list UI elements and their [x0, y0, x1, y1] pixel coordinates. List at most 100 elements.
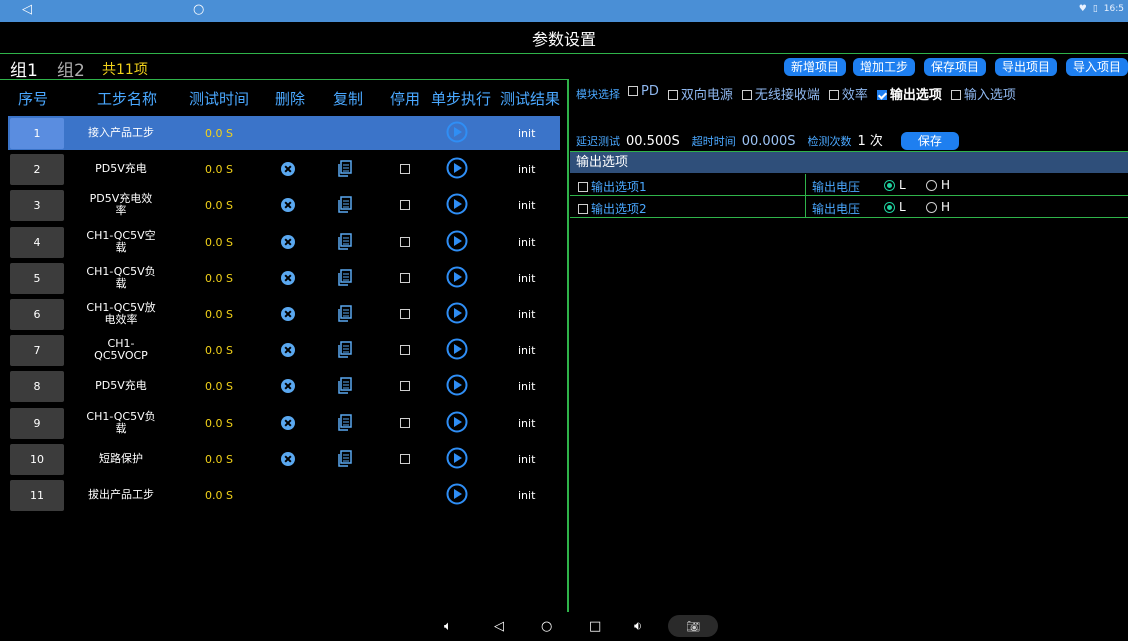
volume-down-icon[interactable]: 🔈︎ — [444, 619, 452, 634]
disable-checkbox[interactable] — [400, 417, 410, 428]
copy-icon[interactable] — [338, 377, 352, 395]
play-icon[interactable] — [446, 157, 468, 179]
delete-icon[interactable] — [281, 162, 295, 177]
table-row[interactable]: 2 PD5V充电 0.0 S init — [8, 152, 560, 186]
col-disable: 停用 — [390, 90, 421, 108]
module-option[interactable]: 无线接收端 — [741, 84, 820, 103]
copy-icon[interactable] — [338, 232, 352, 250]
row-result: init — [518, 271, 536, 285]
disable-checkbox[interactable] — [400, 453, 410, 464]
volume-up-icon[interactable]: 🔉︎ — [634, 619, 642, 634]
table-row[interactable]: 4 CH1-QC5V空 载 0.0 S init — [8, 225, 560, 259]
delete-icon[interactable] — [281, 379, 295, 394]
play-icon[interactable] — [446, 193, 468, 215]
page-title-text: 参数设置 — [531, 29, 596, 49]
copy-icon[interactable] — [338, 341, 352, 358]
radio-icon[interactable] — [884, 179, 895, 191]
table-row[interactable]: 1 接入产品工步 0.0 S init — [8, 116, 560, 150]
radio-high[interactable]: H — [926, 178, 950, 192]
disable-checkbox[interactable] — [400, 200, 410, 211]
delete-icon[interactable] — [281, 234, 295, 249]
copy-icon[interactable] — [338, 269, 352, 286]
copy-icon[interactable] — [338, 450, 352, 467]
radio-low[interactable]: L — [884, 200, 906, 214]
radio-icon[interactable] — [926, 179, 937, 191]
radio-icon[interactable] — [884, 201, 895, 213]
play-icon[interactable] — [446, 266, 468, 288]
back-icon[interactable]: ◁ — [22, 2, 32, 17]
play-icon[interactable] — [446, 121, 468, 143]
disable-checkbox[interactable] — [400, 381, 410, 392]
column-divider — [805, 174, 806, 196]
checkbox-icon[interactable] — [828, 90, 839, 100]
table-row[interactable]: 7 CH1- QC5VOCP 0.0 S init — [8, 333, 560, 367]
col-delete: 删除 — [275, 90, 306, 108]
delete-icon[interactable] — [281, 343, 295, 358]
play-icon[interactable] — [446, 302, 468, 324]
disable-checkbox[interactable] — [400, 236, 410, 247]
screenshot-icon[interactable]: 📷︎ — [668, 615, 718, 637]
table-row[interactable]: 11 拔出产品工步 0.0 S init — [8, 478, 560, 512]
table-row[interactable]: 3 PD5V充电效 率 0.0 S init — [8, 188, 560, 222]
copy-icon[interactable] — [338, 413, 352, 431]
disable-checkbox[interactable] — [400, 164, 410, 175]
module-option[interactable]: 效率 — [828, 84, 868, 103]
delete-icon[interactable] — [281, 307, 295, 321]
checkbox-icon[interactable] — [876, 90, 887, 100]
add-step-button[interactable]: 增加工步 — [853, 58, 916, 76]
save-project-button[interactable]: 保存项目 — [924, 58, 987, 76]
copy-icon[interactable] — [338, 305, 352, 322]
table-row[interactable]: 8 PD5V充电 0.0 S init — [8, 369, 560, 403]
checkbox-icon[interactable] — [578, 204, 588, 214]
import-project-button[interactable]: 导入项目 — [1066, 58, 1128, 76]
checkbox-icon[interactable] — [628, 86, 638, 96]
new-project-button[interactable]: 新增项目 — [784, 58, 847, 76]
delete-icon[interactable] — [281, 415, 295, 430]
play-icon[interactable] — [446, 483, 468, 505]
table-row[interactable]: 10 短路保护 0.0 S init — [8, 442, 560, 476]
checkbox-icon[interactable] — [950, 90, 961, 100]
copy-icon[interactable] — [338, 196, 352, 214]
play-icon[interactable] — [446, 338, 468, 360]
save-button[interactable]: 保存 — [900, 132, 959, 150]
delete-icon[interactable] — [281, 198, 295, 213]
table-row[interactable]: 5 CH1-QC5V负 载 0.0 S init — [8, 261, 560, 295]
count-value[interactable]: 1 次 — [858, 130, 883, 149]
export-project-button[interactable]: 导出项目 — [995, 58, 1058, 76]
disable-checkbox[interactable] — [400, 272, 410, 283]
checkbox-icon[interactable] — [667, 90, 678, 100]
disable-checkbox[interactable] — [400, 345, 410, 356]
radio-high[interactable]: H — [926, 200, 950, 214]
module-option-label: PD — [641, 84, 659, 99]
module-option[interactable]: 输出选项 — [876, 84, 942, 103]
play-icon[interactable] — [446, 411, 468, 433]
tab-group1[interactable]: 组1 — [10, 56, 38, 81]
module-option[interactable]: PD — [628, 84, 659, 103]
home-icon[interactable]: ○ — [541, 619, 552, 634]
play-icon[interactable] — [446, 447, 468, 469]
play-icon[interactable] — [446, 374, 468, 396]
delay-value[interactable]: 00.500S — [626, 134, 680, 149]
row-step-name: CH1-QC5V负 载 — [72, 261, 170, 295]
checkbox-icon[interactable] — [578, 182, 588, 192]
copy-icon[interactable] — [338, 160, 352, 177]
recents-icon[interactable]: □ — [589, 619, 601, 634]
module-option[interactable]: 双向电源 — [667, 84, 733, 103]
play-icon[interactable] — [446, 230, 468, 252]
home-icon[interactable]: ○ — [193, 2, 204, 17]
checkbox-icon[interactable] — [741, 90, 752, 100]
tab-group2[interactable]: 组2 — [57, 56, 85, 81]
row-test-time: 0.0 S — [205, 271, 233, 285]
module-option[interactable]: 输入选项 — [950, 84, 1016, 103]
table-row[interactable]: 9 CH1-QC5V负 载 0.0 S init — [8, 406, 560, 440]
output-option-checkbox[interactable]: 输出选项1 — [578, 178, 647, 195]
radio-low[interactable]: L — [884, 178, 906, 192]
radio-icon[interactable] — [926, 201, 937, 213]
delete-icon[interactable] — [281, 270, 295, 285]
back-icon[interactable]: ◁ — [494, 619, 504, 634]
output-option-checkbox[interactable]: 输出选项2 — [578, 200, 647, 217]
disable-checkbox[interactable] — [400, 309, 410, 319]
timeout-value[interactable]: 00.000S — [742, 134, 796, 149]
table-row[interactable]: 6 CH1-QC5V放 电效率 0.0 S init — [8, 297, 560, 331]
delete-icon[interactable] — [281, 451, 295, 466]
